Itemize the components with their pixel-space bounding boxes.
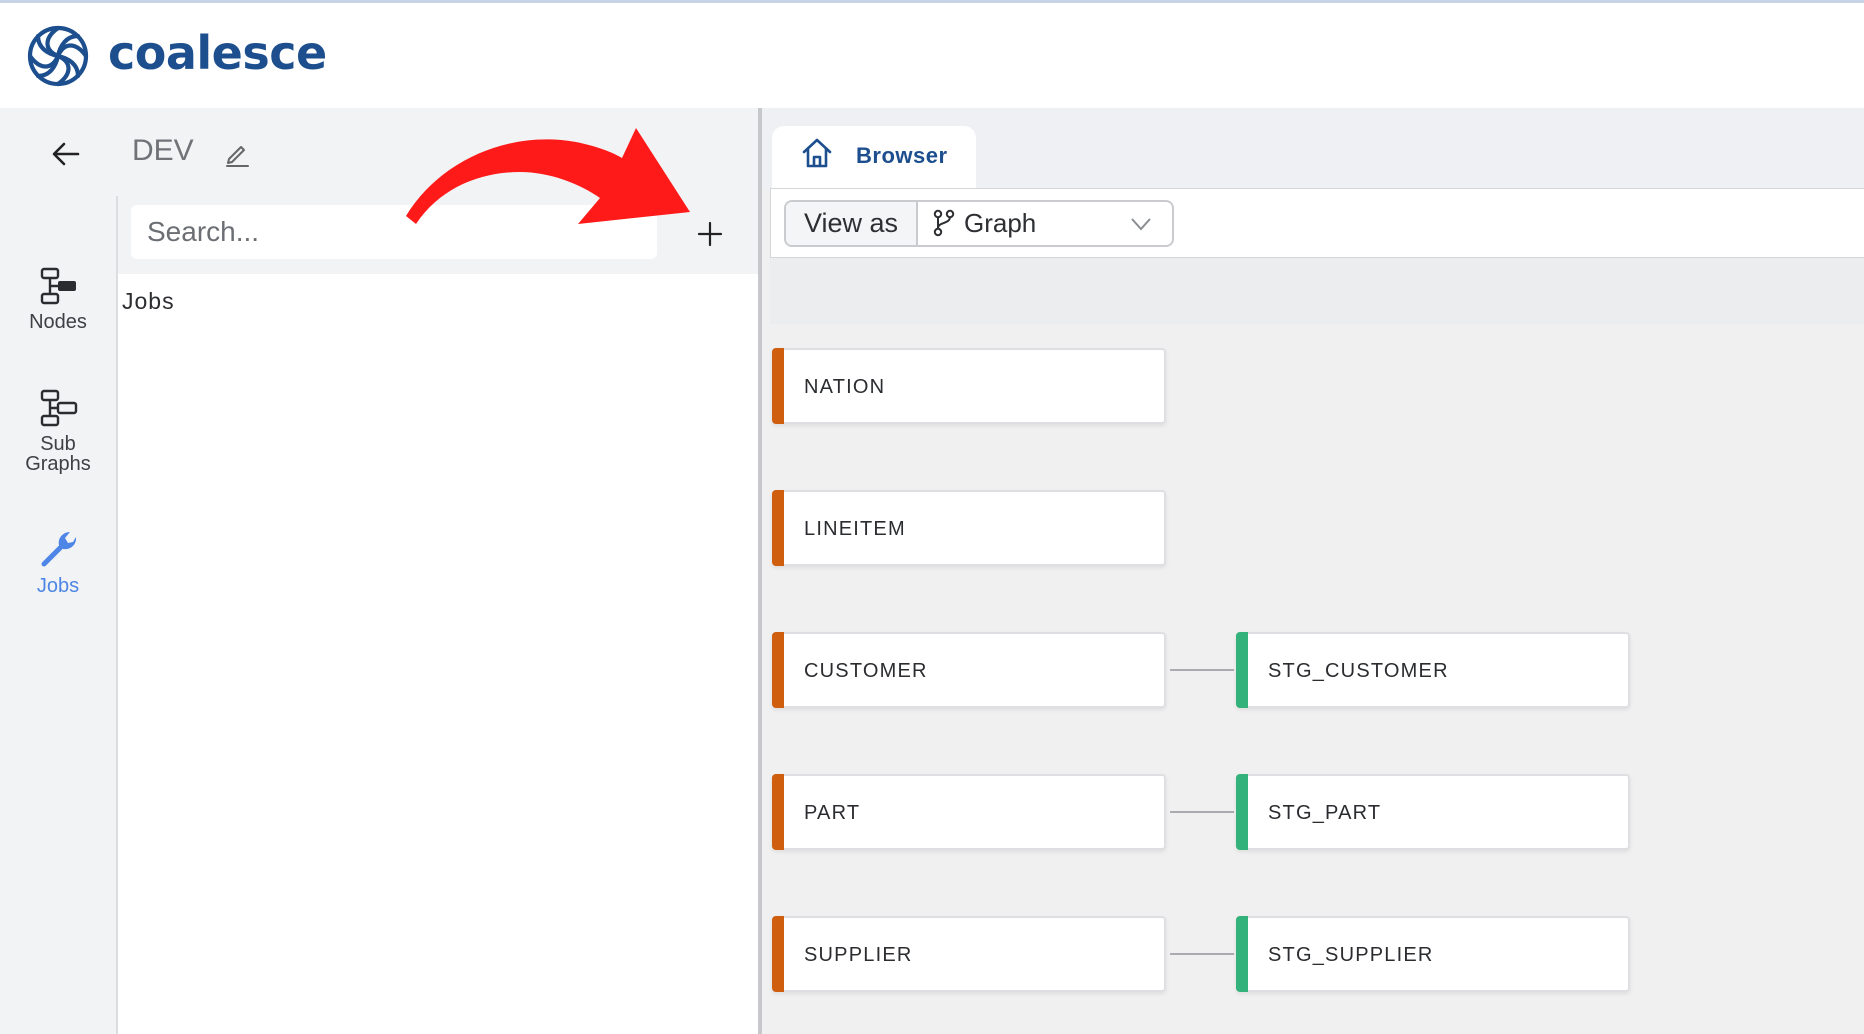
rail-item-label: Sub — [40, 433, 76, 455]
node-edge — [1170, 669, 1234, 671]
node-edge — [1170, 811, 1234, 813]
node-name: STG_PART — [1268, 802, 1382, 824]
rail-item-subgraphs[interactable]: Sub Graphs — [0, 388, 116, 474]
node-name: STG_SUPPLIER — [1268, 944, 1434, 966]
rail-item-label: Graphs — [25, 453, 91, 475]
source-node-marker — [772, 632, 784, 708]
rail-item-jobs[interactable]: Jobs — [0, 526, 116, 596]
stage-node[interactable]: STG_PART — [1236, 774, 1630, 850]
stage-node-marker — [1236, 916, 1248, 992]
source-node[interactable]: NATION — [772, 348, 1166, 424]
stage-node[interactable]: STG_SUPPLIER — [1236, 916, 1630, 992]
source-node[interactable]: PART — [772, 774, 1166, 850]
arrow-left-icon[interactable] — [48, 136, 84, 172]
source-node[interactable]: LINEITEM — [772, 490, 1166, 566]
view-as-label: View as — [786, 202, 918, 245]
tab-browser-label: Browser — [856, 143, 948, 168]
logo-wordmark: coalesce — [108, 26, 327, 80]
node-name: CUSTOMER — [804, 660, 928, 682]
source-node-marker — [772, 774, 784, 850]
stage-node-marker — [1236, 774, 1248, 850]
coalesce-logo-icon — [27, 25, 89, 87]
source-node[interactable]: SUPPLIER — [772, 916, 1166, 992]
stage-node-marker — [1236, 632, 1248, 708]
source-node-marker — [772, 348, 784, 424]
source-node-marker — [772, 490, 784, 566]
pencil-icon[interactable] — [222, 138, 252, 168]
home-icon — [802, 138, 832, 168]
node-edge — [1170, 953, 1234, 955]
node-name: LINEITEM — [804, 518, 906, 540]
jobs-panel — [118, 196, 758, 1034]
nodes-icon — [40, 267, 76, 305]
annotation-arrow-icon — [406, 128, 690, 224]
node-name: NATION — [804, 376, 886, 398]
source-node-marker — [772, 916, 784, 992]
jobs-section-heading: Jobs — [122, 288, 175, 314]
node-name: STG_CUSTOMER — [1268, 660, 1449, 682]
stage-node[interactable]: STG_CUSTOMER — [1236, 632, 1630, 708]
git-branch-icon — [933, 209, 955, 237]
rail-item-label: Jobs — [36, 575, 80, 597]
node-name: SUPPLIER — [804, 944, 913, 966]
subgraphs-icon — [40, 389, 78, 427]
environment-name: DEV — [132, 134, 194, 167]
rail-item-nodes[interactable]: Nodes — [0, 266, 116, 332]
graph-subbar — [770, 258, 1864, 324]
rail-item-label: Nodes — [29, 311, 87, 333]
node-name: PART — [804, 802, 861, 824]
wrench-icon — [41, 532, 77, 567]
view-mode-value: Graph — [964, 208, 1037, 238]
source-node[interactable]: CUSTOMER — [772, 632, 1166, 708]
chevron-down-icon — [1131, 218, 1151, 231]
